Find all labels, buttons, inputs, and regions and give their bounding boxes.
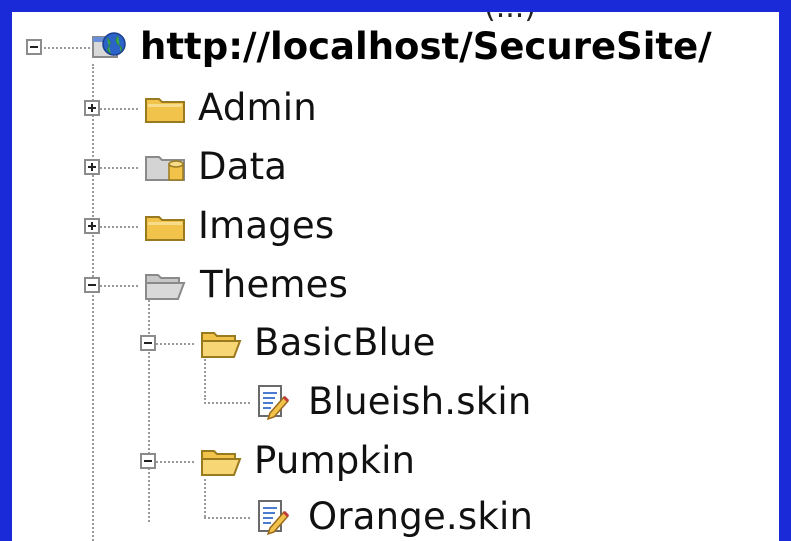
tree-node-blueish-skin[interactable]: Blueish.skin [12,377,779,427]
tree-node-label: Images [198,204,335,247]
skin-file-icon [258,500,290,536]
tree-node-label: BasicBlue [254,321,436,364]
open-folder-icon [145,274,186,300]
expand-toggle[interactable] [84,159,100,175]
folder-icon [145,216,185,241]
collapse-toggle[interactable] [26,39,42,55]
tree-node-label: Themes [200,263,349,306]
globe-site-icon [92,32,126,58]
collapse-toggle[interactable] [140,453,156,469]
tree-node-label: Data [198,145,288,188]
tree-node-label: Orange.skin [308,495,534,538]
open-folder-icon [201,332,242,358]
tree-node-label: Blueish.skin [308,380,532,423]
skin-file-icon [258,385,290,421]
expand-toggle[interactable] [84,218,100,234]
expand-toggle[interactable] [84,100,100,116]
tree-node-images[interactable]: Images [12,201,779,251]
tree-node-label: Admin [198,86,317,129]
solution-explorer-tree: (...) http://localhost/SecureSite/ [12,12,779,541]
tree-node-admin[interactable]: Admin [12,83,779,133]
collapse-toggle[interactable] [140,335,156,351]
tree-node-basicblue[interactable]: BasicBlue [12,318,779,368]
tree-node-label: Pumpkin [254,439,416,482]
tree-node-themes[interactable]: Themes [12,260,779,310]
open-folder-icon [201,450,242,476]
tree-node-pumpkin[interactable]: Pumpkin [12,436,779,486]
folder-icon [145,98,185,123]
tree-node-root[interactable]: http://localhost/SecureSite/ [12,22,779,72]
slide-background: (...) http://localhost/SecureSite/ [0,0,791,541]
collapse-toggle[interactable] [84,277,100,293]
root-site-label: http://localhost/SecureSite/ [140,25,712,68]
data-folder-icon [145,156,185,181]
tree-node-data[interactable]: Data [12,142,779,192]
tree-node-orange-skin[interactable]: Orange.skin [12,492,779,541]
